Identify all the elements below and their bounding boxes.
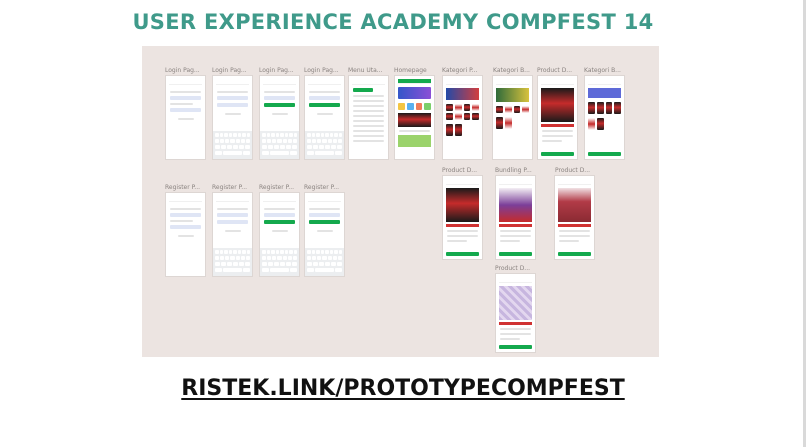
frame-kategori-2[interactable] (492, 75, 533, 160)
frame-bundling[interactable] (495, 175, 536, 260)
frame-label-kategori-3: Kategori B... (584, 67, 621, 74)
frame-login-3[interactable] (259, 75, 300, 160)
frame-label-product-4: Product D... (495, 265, 531, 272)
frame-label-product-2: Product D... (442, 167, 478, 174)
frame-register-3[interactable] (259, 192, 300, 277)
frame-label-register-3: Register P... (259, 184, 295, 191)
page-title: USER EXPERIENCE ACADEMY COMPFEST 14 (132, 10, 654, 34)
frame-product-1[interactable] (537, 75, 578, 160)
frame-label-register-2: Register P... (212, 184, 248, 191)
prototype-canvas: Login Pag... Login Pag... Login Pag... L… (142, 46, 659, 357)
frame-kategori-1[interactable] (442, 75, 483, 160)
frame-homepage[interactable] (394, 75, 435, 160)
frame-label-register-4: Register P... (304, 184, 340, 191)
frame-label-login-3: Login Pag... (259, 67, 294, 74)
frame-label-login-1: Login Pag... (165, 67, 200, 74)
frame-label-product-1: Product D... (537, 67, 573, 74)
frame-label-kategori-1: Kategori P... (442, 67, 478, 74)
frame-login-1[interactable] (165, 75, 206, 160)
frame-label-menu-utama: Menu Uta... (348, 67, 383, 74)
frame-menu-utama[interactable] (348, 75, 389, 160)
frame-label-bundling: Bundling P... (495, 167, 532, 174)
frame-label-homepage: Homepage (394, 67, 427, 74)
slide: USER EXPERIENCE ACADEMY COMPFEST 14 Logi… (0, 0, 806, 447)
frame-product-3[interactable] (554, 175, 595, 260)
frame-kategori-3[interactable] (584, 75, 625, 160)
frame-label-kategori-2: Kategori B... (493, 67, 530, 74)
frame-label-product-3: Product D... (555, 167, 591, 174)
frame-label-login-2: Login Pag... (212, 67, 247, 74)
frame-register-2[interactable] (212, 192, 253, 277)
frame-product-2[interactable] (442, 175, 483, 260)
frame-label-register-1: Register P... (165, 184, 201, 191)
frame-product-4[interactable] (495, 273, 536, 353)
frame-login-2[interactable] (212, 75, 253, 160)
frame-label-login-4: Login Pag... (304, 67, 339, 74)
frame-register-4[interactable] (304, 192, 345, 277)
prototype-link[interactable]: RISTEK.LINK/PROTOTYPECOMPFEST (0, 376, 806, 401)
frame-login-4[interactable] (304, 75, 345, 160)
frame-register-1[interactable] (165, 192, 206, 277)
